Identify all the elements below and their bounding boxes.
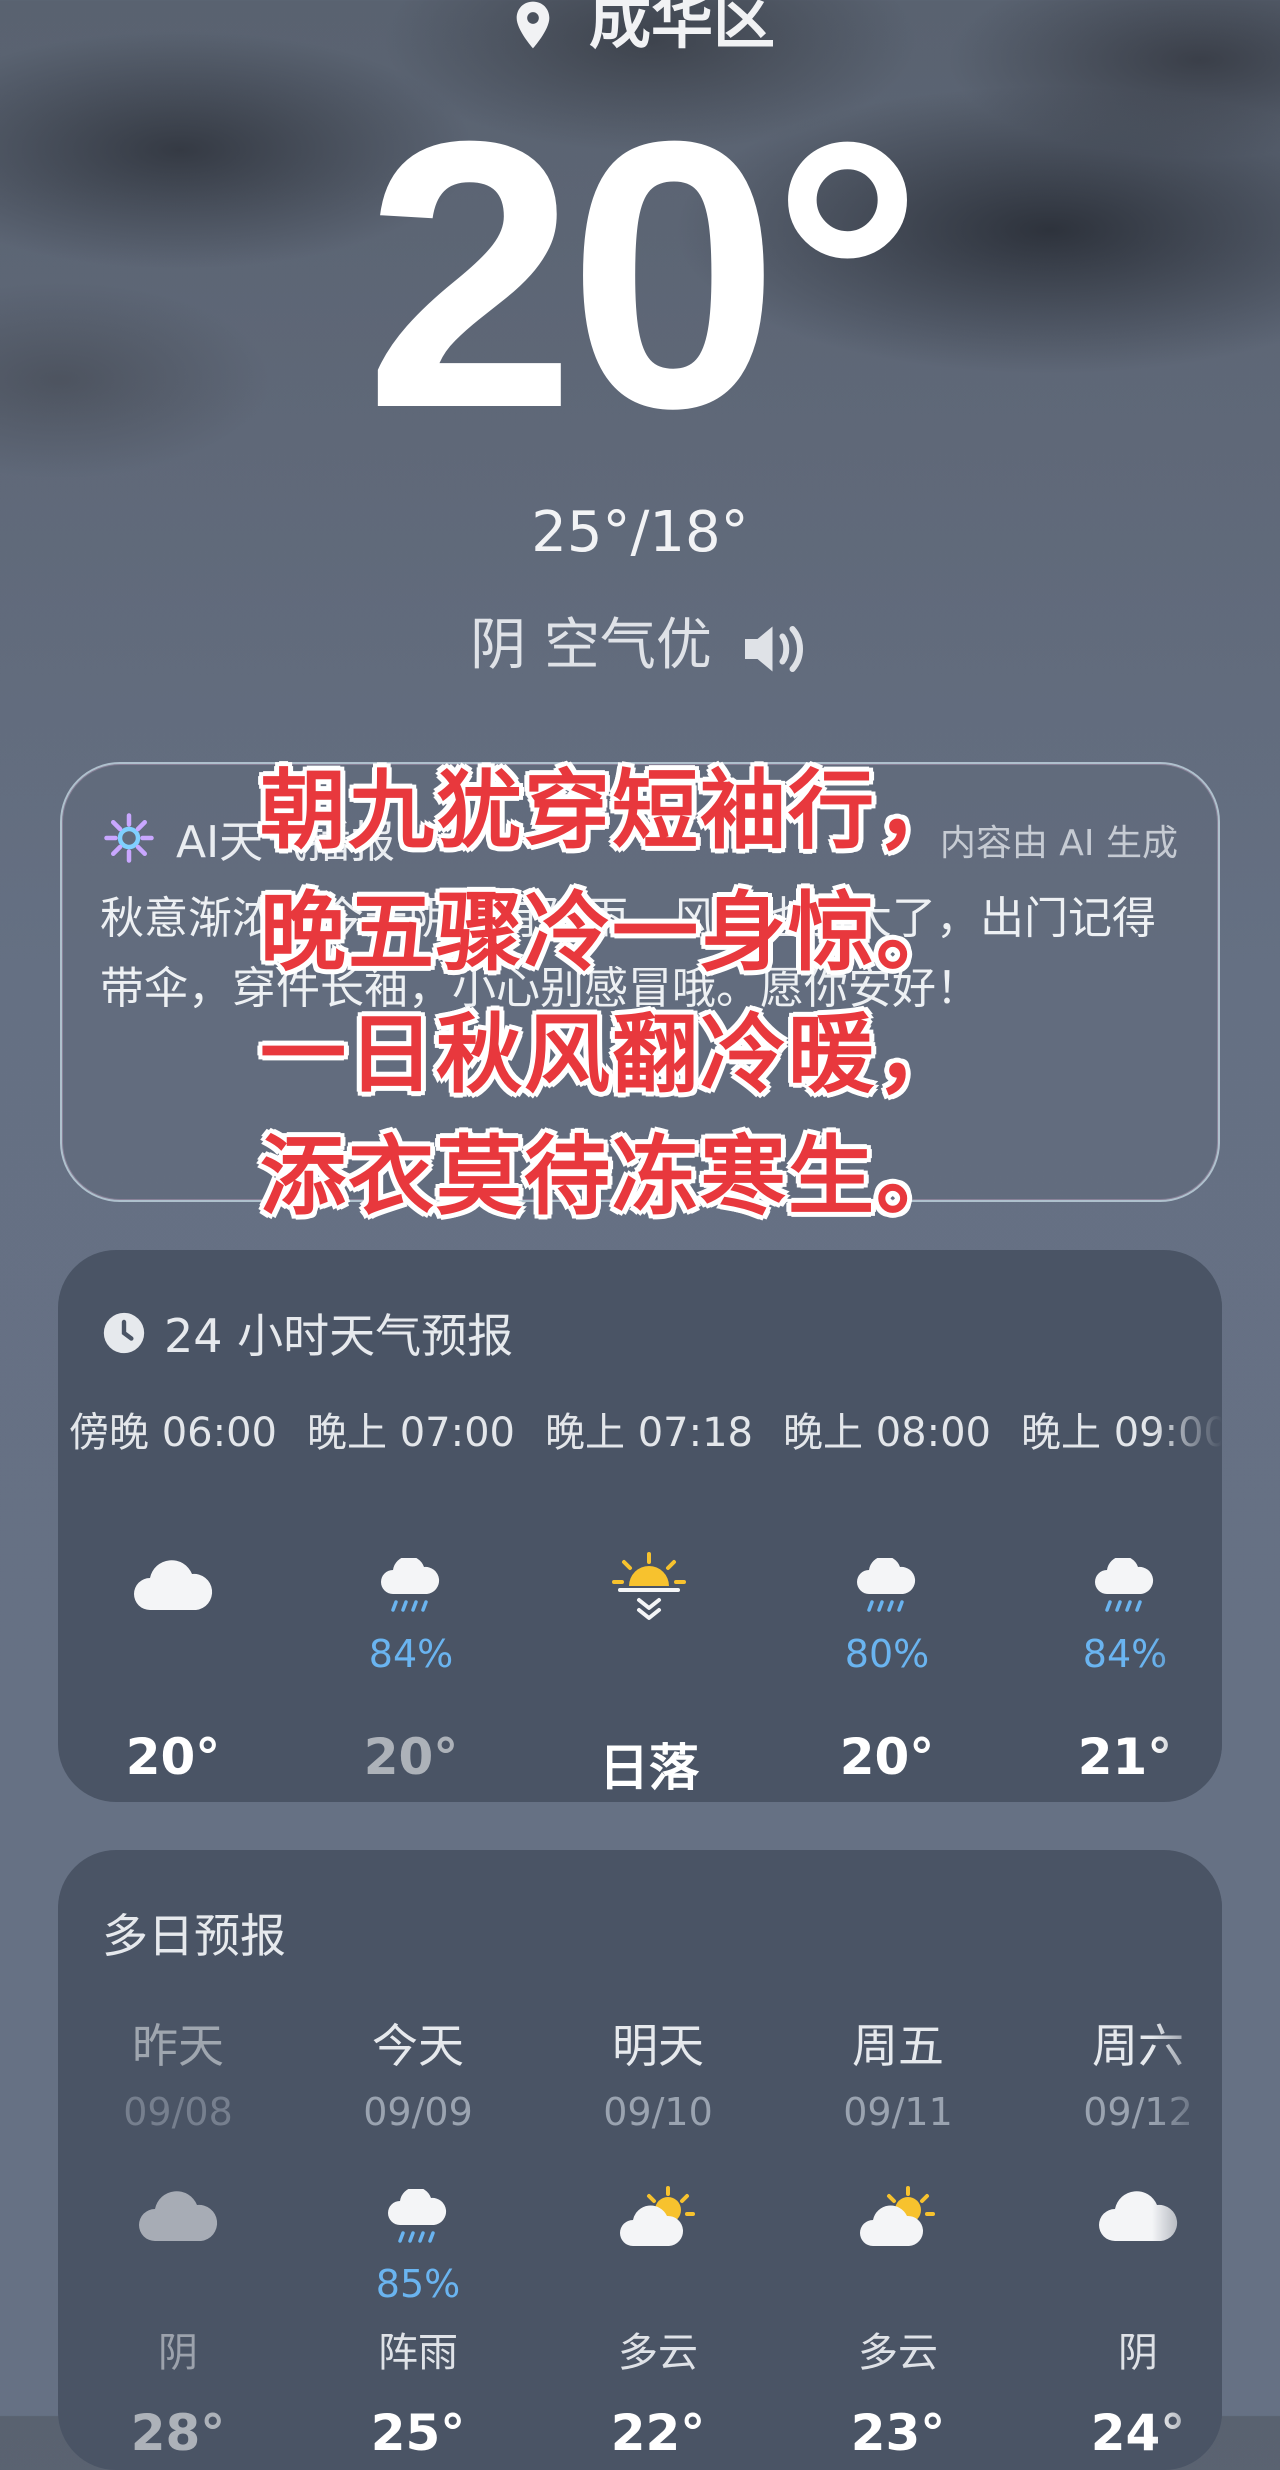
daily-forecast-card[interactable]: 多日预报 昨天 09/08 阴 28° 今天 09/09 85% 阵雨 25° … (58, 1850, 1222, 2470)
hour-value: 20° (839, 1728, 935, 1786)
day-date: 09/08 (123, 2090, 233, 2134)
daily-title-row: 多日预报 (102, 1900, 286, 1966)
hour-value: 20° (363, 1728, 459, 1786)
hour-precip (58, 1632, 292, 1672)
day-precip (58, 2262, 298, 2302)
daily-item[interactable]: 周五 09/11 多云 23° (778, 2010, 1018, 2462)
day-date: 09/10 (603, 2090, 713, 2134)
hourly-item[interactable]: 晚上 07:00 84% 20° (292, 1400, 530, 1786)
daily-item[interactable]: 昨天 09/08 阴 28° (58, 2010, 298, 2462)
day-date: 09/09 (363, 2090, 473, 2134)
speaker-icon[interactable] (740, 621, 810, 677)
day-condition: 阴 (158, 2330, 198, 2376)
hour-precip (530, 1632, 768, 1672)
day-high: 28° (130, 2404, 226, 2462)
hour-value: 日落 (599, 1739, 699, 1797)
day-high: 23° (850, 2404, 946, 2462)
hourly-title: 24 小时天气预报 (164, 1309, 514, 1363)
daily-title: 多日预报 (102, 1909, 286, 1963)
rain-icon (381, 1558, 439, 1612)
day-label: 昨天 (132, 2019, 224, 2073)
current-weather: 成华区 20° 25°/18° 阴 空气优 (0, 0, 1280, 720)
ai-generated-note: 内容由 AI 生成 (939, 823, 1178, 864)
high-low-temperature: 25°/18° (531, 500, 749, 565)
day-condition: 阵雨 (378, 2330, 458, 2376)
daily-item[interactable]: 明天 09/10 多云 22° (538, 2010, 778, 2462)
rain-icon (1095, 1558, 1153, 1612)
day-label: 明天 (612, 2019, 704, 2073)
cloud-icon (134, 1560, 213, 1610)
location-name: 成华区 (588, 0, 775, 57)
hourly-item[interactable]: 晚上 08:00 80% 20° (768, 1400, 1006, 1786)
hour-time: 晚上 07:18 (545, 1410, 753, 1456)
hour-precip: 84% (368, 1632, 454, 1676)
day-precip: 85% (375, 2262, 461, 2306)
sunset-icon (612, 1552, 686, 1620)
scroll-fade (1152, 1850, 1222, 2470)
hourly-item[interactable]: 晚上 07:18 日落 (530, 1400, 768, 1800)
day-high: 22° (610, 2404, 706, 2462)
day-label: 周五 (852, 2019, 944, 2073)
ai-card-text: 秋意渐浓，今天阴天有阵雨，风力也加大了，出门记得带伞，穿件长袖，小心别感冒哦。愿… (100, 893, 1156, 1014)
partly-cloudy-icon (860, 2186, 935, 2246)
day-precip (538, 2262, 778, 2302)
rain-icon (388, 2189, 446, 2243)
day-label: 今天 (372, 2019, 464, 2073)
ai-sparkle-icon (104, 813, 154, 863)
hour-time: 晚上 07:00 (307, 1410, 515, 1456)
rain-icon (857, 1558, 915, 1612)
day-condition: 多云 (858, 2330, 938, 2376)
location-pin-icon (516, 1, 550, 49)
condition-row: 阴 空气优 (0, 600, 1280, 681)
day-date: 09/11 (843, 2090, 953, 2134)
ai-card-title: AI天气播报 (176, 817, 396, 868)
cloud-icon (139, 2191, 218, 2241)
clock-icon (103, 1312, 145, 1354)
hour-time: 晚上 08:00 (783, 1410, 991, 1456)
scroll-fade (1152, 1250, 1222, 1802)
hourly-title-row: 24 小时天气预报 (102, 1300, 513, 1366)
partly-cloudy-icon (620, 2186, 695, 2246)
ai-weather-card[interactable]: AI天气播报 内容由 AI 生成 秋意渐浓，今天阴天有阵雨，风力也加大了，出门记… (60, 762, 1220, 1202)
day-high: 25° (370, 2404, 466, 2462)
current-temperature: 20° (364, 62, 924, 487)
location-header[interactable]: 成华区 (0, 0, 1280, 60)
ai-card-header: AI天气播报 (102, 806, 395, 870)
day-condition: 多云 (618, 2330, 698, 2376)
condition-text: 阴 空气优 (470, 613, 712, 678)
hourly-forecast-card[interactable]: 24 小时天气预报 傍晚 06:00 20° 晚上 07:00 84% 20° … (58, 1250, 1222, 1802)
day-precip (778, 2262, 1018, 2302)
daily-item[interactable]: 今天 09/09 85% 阵雨 25° (298, 2010, 538, 2462)
hour-value: 20° (125, 1728, 221, 1786)
hourly-item[interactable]: 傍晚 06:00 20° (58, 1400, 292, 1786)
hour-time: 傍晚 06:00 (69, 1410, 277, 1456)
hour-precip: 80% (844, 1632, 930, 1676)
